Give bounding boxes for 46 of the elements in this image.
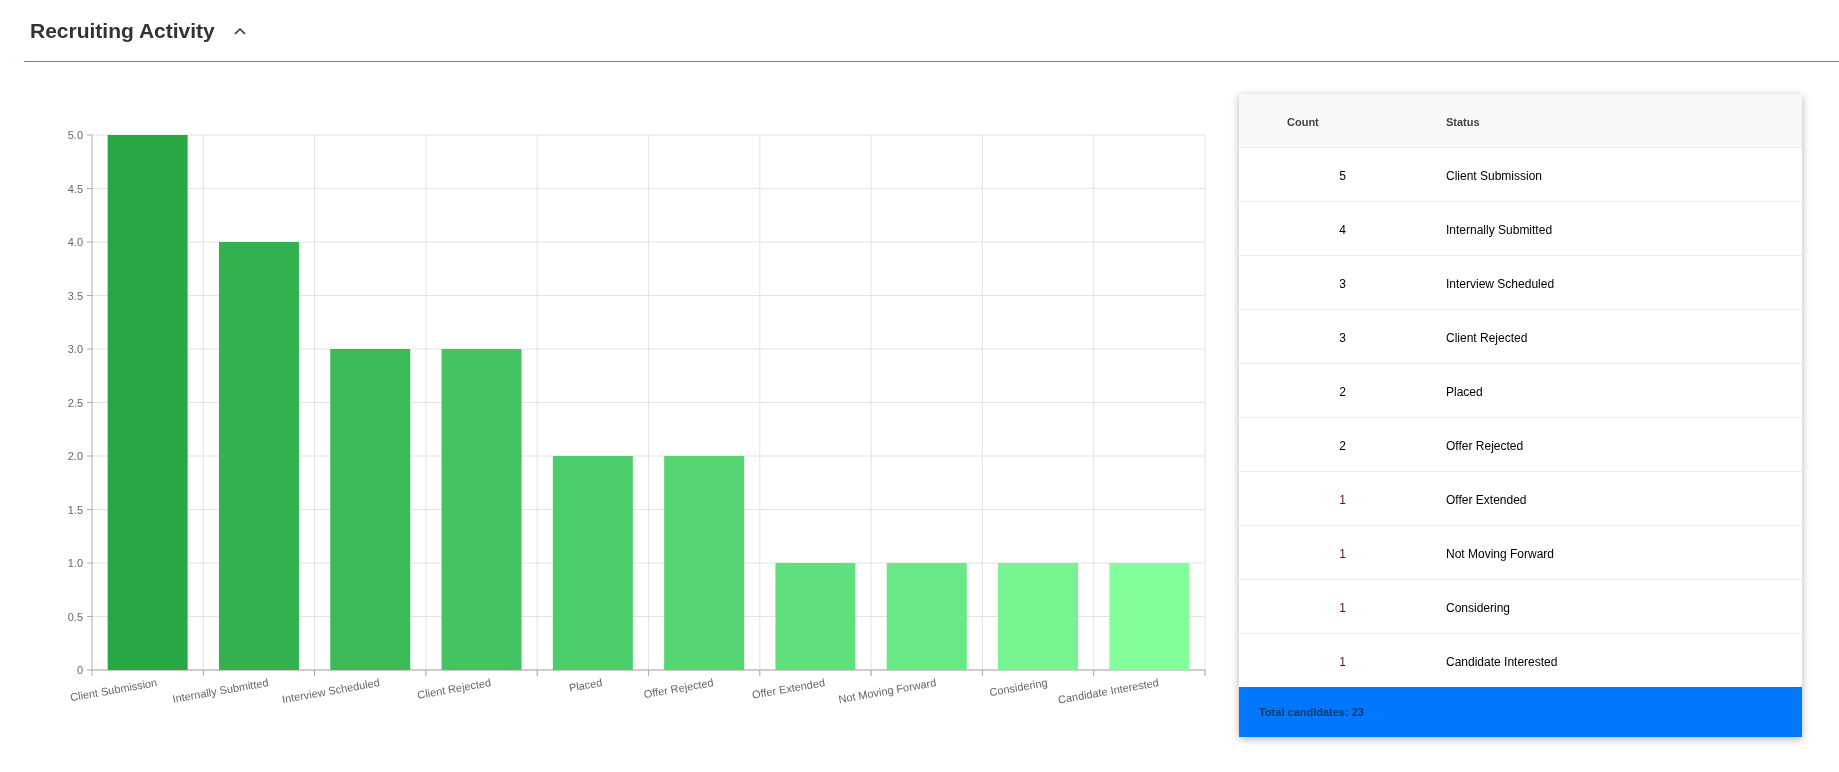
count-cell: 3 [1339,330,1346,345]
x-tick-label: Offer Extended [751,676,826,701]
status-cell: Placed [1446,384,1483,399]
y-tick-label: 1.0 [67,557,83,569]
count-cell: 3 [1339,276,1346,291]
count-cell: 1 [1339,654,1346,669]
status-cell: Interview Scheduled [1446,276,1555,291]
y-tick-label: 0.5 [67,610,83,623]
y-tick-label: 3.5 [67,289,83,302]
x-tick-label: Placed [568,676,604,694]
status-cell: Not Moving Forward [1446,546,1555,561]
status-cell: Client Rejected [1446,330,1528,345]
status-cell: Offer Rejected [1446,438,1524,453]
x-tick-label: Candidate Interested [1057,676,1160,706]
y-tick-label: 2.5 [67,396,83,409]
y-tick-label: 4.0 [67,236,83,248]
x-tick-label: Considering [988,676,1049,699]
column-header: Count [1287,115,1319,128]
count-cell: 1 [1339,546,1346,561]
status-cell: Internally Submitted [1446,222,1553,237]
y-tick-label: 0 [76,664,83,676]
count-cell: 1 [1339,492,1346,507]
status-cell: Candidate Interested [1446,654,1558,669]
x-tick-label: Internally Submitted [171,676,270,705]
column-header: Status [1446,115,1480,128]
section-title: Recruiting Activity [30,17,215,44]
total-candidates: Total candidates: 23 [1259,704,1364,720]
x-tick-label: Not Moving Forward [837,676,938,706]
chevron-icon [233,26,246,35]
x-tick-label: Interview Scheduled [280,676,381,706]
count-cell: 2 [1339,438,1346,453]
status-cell: Client Submission [1446,168,1543,183]
count-cell: 1 [1339,600,1346,615]
y-tick-label: 5.0 [67,129,83,141]
x-tick-label: Client Submission [69,676,158,704]
y-tick-label: 3.0 [67,343,83,355]
y-tick-label: 1.5 [67,503,83,516]
y-tick-label: 4.5 [67,182,83,195]
y-tick-label: 2.0 [67,450,83,462]
count-cell: 4 [1339,222,1346,237]
status-cell: Considering [1446,600,1511,615]
status-cell: Offer Extended [1446,492,1527,507]
x-tick-label: Client Rejected [416,676,492,701]
count-cell: 5 [1339,168,1346,183]
x-tick-label: Offer Rejected [642,676,715,701]
count-cell: 2 [1339,384,1346,399]
